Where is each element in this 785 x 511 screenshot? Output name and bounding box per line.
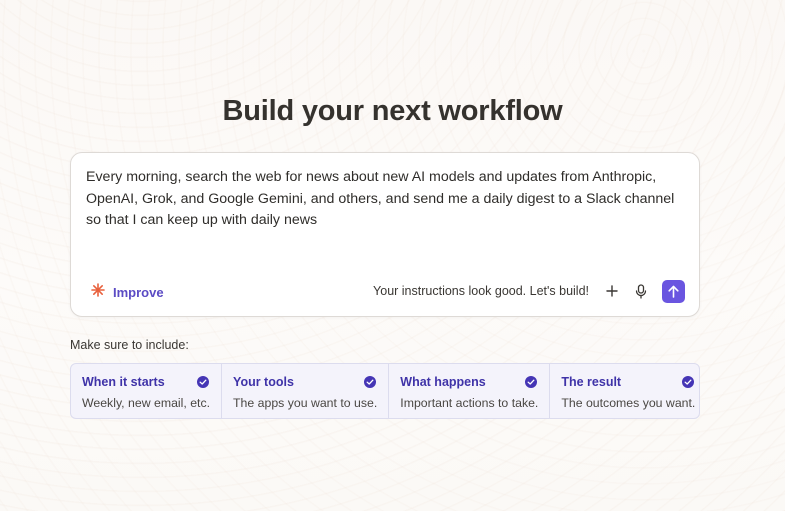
- improve-button[interactable]: Improve: [91, 282, 164, 302]
- status-text: Your instructions look good. Let's build…: [373, 284, 589, 298]
- sparkle-icon: [91, 282, 105, 302]
- page-title: Build your next workflow: [222, 95, 563, 127]
- include-checklist: When it starts Weekly, new email, etc. Y…: [70, 363, 700, 419]
- checklist-item-subtitle: The outcomes you want.: [561, 396, 696, 410]
- include-label: Make sure to include:: [70, 338, 189, 352]
- microphone-icon: [635, 283, 647, 299]
- check-circle-icon: [364, 376, 377, 388]
- checklist-item-title: What happens: [400, 375, 486, 389]
- checklist-item-subtitle: Weekly, new email, etc.: [82, 396, 211, 410]
- prompt-input[interactable]: Every morning, search the web for news a…: [86, 167, 691, 232]
- checklist-item-subtitle: The apps you want to use.: [233, 396, 378, 410]
- check-circle-icon: [197, 376, 210, 388]
- prompt-card[interactable]: Every morning, search the web for news a…: [70, 152, 700, 317]
- checklist-item-subtitle: Important actions to take.: [400, 396, 539, 410]
- check-circle-icon: [682, 376, 695, 388]
- improve-label: Improve: [113, 284, 164, 300]
- add-button[interactable]: [600, 279, 624, 303]
- checklist-item-result[interactable]: The result The outcomes you want.: [550, 364, 699, 418]
- prompt-toolbar: Your instructions look good. Let's build…: [373, 279, 685, 303]
- arrow-up-icon: [668, 285, 679, 298]
- send-button[interactable]: [662, 279, 685, 303]
- check-circle-icon: [525, 376, 538, 388]
- voice-button[interactable]: [629, 279, 653, 303]
- checklist-item-title: Your tools: [233, 375, 294, 389]
- checklist-item-title: The result: [561, 375, 622, 389]
- plus-icon: [606, 285, 618, 297]
- checklist-item-title: When it starts: [82, 375, 165, 389]
- checklist-item-tools[interactable]: Your tools The apps you want to use.: [222, 364, 390, 418]
- checklist-item-trigger[interactable]: When it starts Weekly, new email, etc.: [71, 364, 223, 418]
- checklist-item-actions[interactable]: What happens Important actions to take.: [389, 364, 551, 418]
